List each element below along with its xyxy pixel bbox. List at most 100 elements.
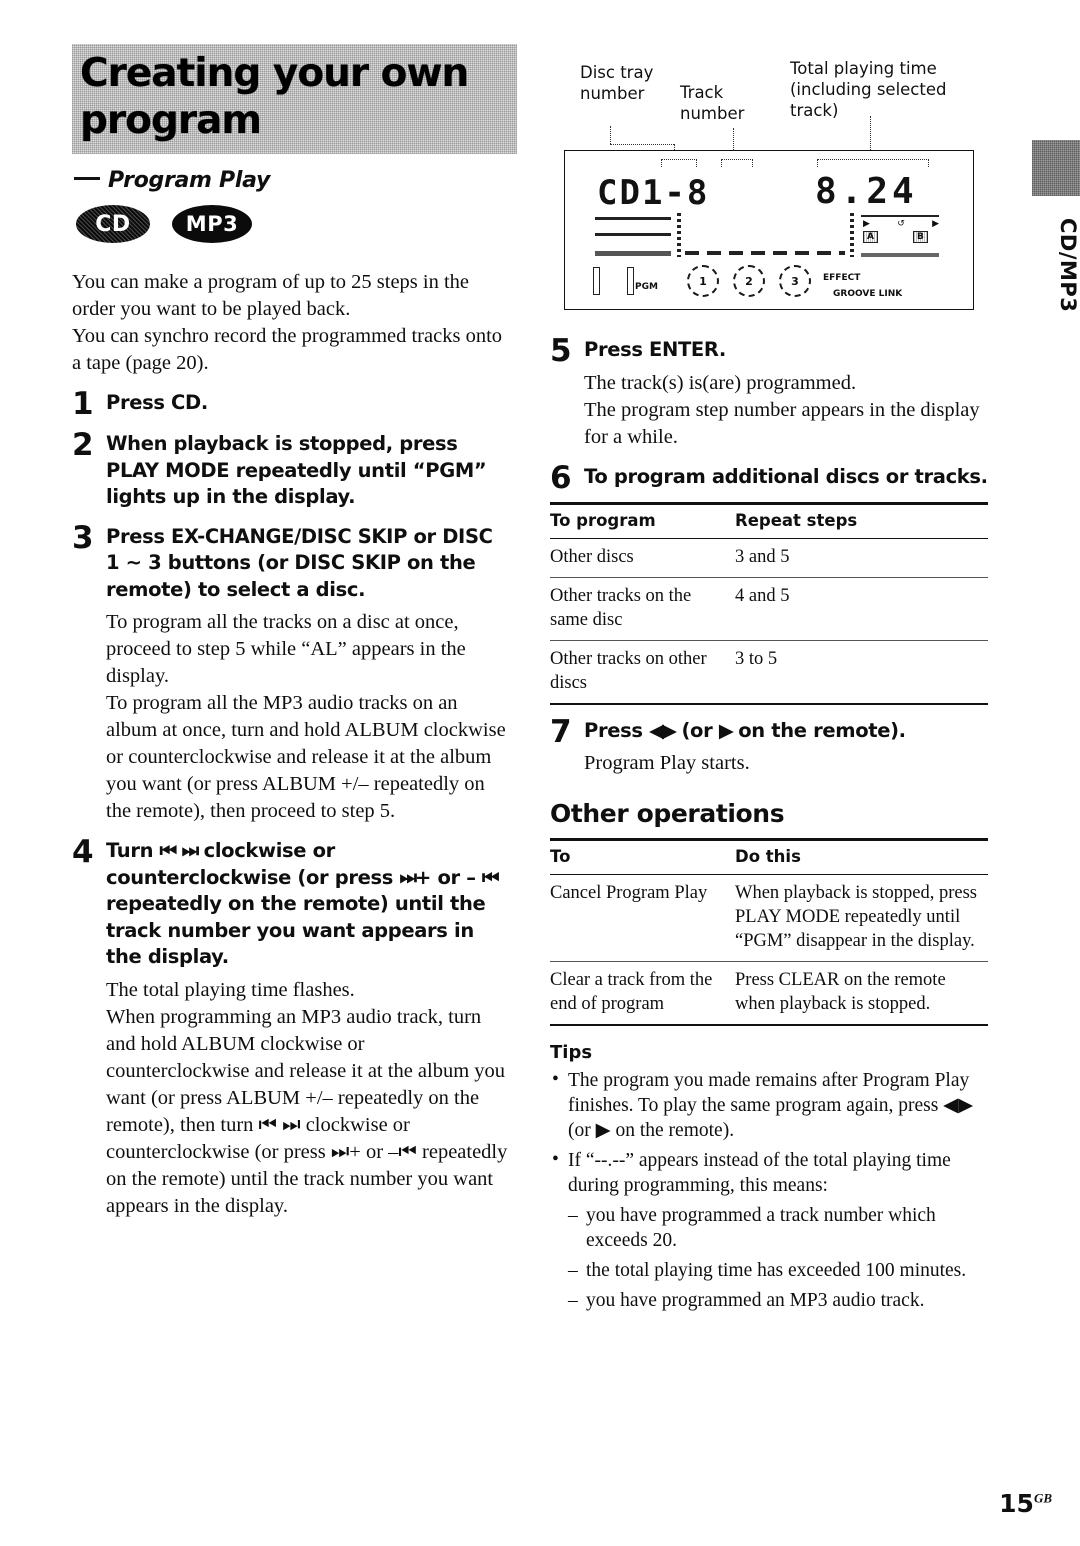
program-table-header-to-program: To program [550, 501, 735, 539]
callout-total-playing-time: Total playing time (including selected t… [790, 59, 947, 120]
lcd-main-readout: CD1-8 [597, 173, 710, 213]
callout-track-number: Track number [680, 83, 745, 123]
manual-page: Creating your own program Program Play C… [0, 0, 1080, 1546]
cd-badge: CD [76, 205, 150, 243]
lcd-segment-bar-2 [595, 233, 671, 236]
program-table-header-repeat-steps: Repeat steps [735, 501, 988, 539]
side-tab-block [1032, 140, 1080, 196]
step-3-body: Press EX-CHANGE/DISC SKIP or DISC 1 ~ 3 … [106, 524, 512, 826]
list-item: If “--.--” appears instead of the total … [550, 1147, 990, 1313]
program-table: To program Repeat steps Other discs 3 an… [550, 501, 988, 705]
list-item: you have programmed an MP3 audio track. [568, 1288, 990, 1313]
step-2-number: 2 [72, 427, 94, 463]
step-5-detail-1: The track(s) is(are) programmed. [584, 371, 857, 394]
left-column: Creating your own program Program Play C… [72, 44, 517, 1220]
step-4-number: 4 [72, 834, 94, 870]
disc-1-icon: 1 [687, 265, 719, 297]
step-7-text-1: Press [584, 718, 650, 742]
bracket-total-time [817, 159, 929, 167]
callout-disc-tray-number: Disc tray number [580, 63, 654, 103]
step-4-detail-2: When programming an MP3 audio track, tur… [106, 1005, 508, 1217]
lcd-indicator-bar-2 [627, 267, 634, 295]
list-item: The program you made remains after Progr… [550, 1067, 990, 1143]
table-row: Other discs 3 and 5 [550, 538, 988, 578]
step-7: 7 Press ◀▶ (or ▶ on the remote). Program… [550, 713, 990, 778]
other-operations-header-row: To Do this [550, 838, 988, 875]
side-tab: CD/MP3 [1032, 140, 1080, 312]
disc-2-icon: 2 [733, 265, 765, 297]
chapter-title-line-2: program [80, 98, 262, 143]
right-column: Disc tray number Track number Total play… [550, 44, 990, 1313]
lcd-segment-bar-1 [595, 217, 671, 220]
program-table-cell-0-0: Other discs [550, 538, 735, 578]
list-item: the total playing time has exceeded 100 … [568, 1258, 990, 1283]
pgm-indicator-label: PGM [635, 282, 658, 292]
side-tab-label: CD/MP3 [1056, 218, 1080, 313]
tips-heading: Tips [550, 1042, 593, 1063]
program-table-cell-2-0: Other tracks on other discs [550, 640, 735, 705]
bracket-disc-tray [661, 159, 697, 167]
intro-paragraph-1: You can make a program of up to 25 steps… [72, 271, 470, 320]
page-number-suffix: GB [1033, 1490, 1052, 1506]
table-row: Cancel Program Play When playback is sto… [550, 874, 988, 962]
step-3-detail-2: To program all the MP3 audio tracks on a… [106, 692, 506, 822]
step-1-number: 1 [72, 386, 94, 422]
other-operations-header-do-this: Do this [735, 838, 988, 875]
em-dash-rule [74, 176, 100, 180]
step-6-heading: To program additional discs or tracks. [584, 464, 988, 488]
prev-track-icon: ⏮ [159, 839, 178, 862]
step-5-detail: The track(s) is(are) programmed. The pro… [584, 370, 990, 451]
lcd-display-panel: CD1-8 8.24 ▶ ↺ ▶ A B PGM 1 2 3 EFFECT GR… [564, 150, 974, 310]
chapter-title-line-1: Creating your own [80, 51, 469, 96]
program-table-cell-1-1: 4 and 5 [735, 577, 988, 641]
other-operations-cell-0-1: When playback is stopped, press PLAY MOD… [735, 874, 988, 962]
step-5: 5 Press ENTER. The track(s) is(are) prog… [550, 336, 990, 451]
step-7-heading: Press ◀▶ (or ▶ on the remote). [584, 718, 990, 745]
step-7-body: Press ◀▶ (or ▶ on the remote). Program P… [584, 718, 990, 778]
tips-sublist: you have programmed a track number which… [568, 1203, 990, 1313]
other-operations-cell-0-0: Cancel Program Play [550, 874, 735, 962]
step-2-body: When playback is stopped, press PLAY MOD… [106, 431, 512, 511]
tips-list: The program you made remains after Progr… [550, 1067, 990, 1313]
step-4-text-4: + or – [415, 865, 483, 889]
prev-track-minus-icon: ⏮ [482, 865, 500, 889]
lcd-dashed-bar [685, 251, 845, 255]
chapter-subtitle: Program Play [74, 168, 512, 193]
loop-icon: ↺ [897, 219, 905, 229]
leader-line-disc-tray [610, 126, 611, 144]
next-track-icon: ⏭ [181, 839, 200, 862]
step-3-number: 3 [72, 519, 94, 556]
step-4-text-1: Turn [106, 839, 160, 862]
table-row: Clear a track from the end of program Pr… [550, 961, 988, 1026]
next-track-plus-icon: ⏭ [399, 865, 417, 889]
page-number: 15GB [999, 1489, 1052, 1518]
step-3: 3 Press EX-CHANGE/DISC SKIP or DISC 1 ~ … [72, 519, 512, 826]
intro-paragraph-2: You can synchro record the programmed tr… [72, 325, 503, 374]
other-operations-table: To Do this Cancel Program Play When play… [550, 838, 988, 1026]
lcd-right-bar-bottom [861, 253, 939, 257]
step-4-body: Turn ⏮ ⏭ clockwise or counterclockwise (… [106, 838, 512, 1220]
other-operations-heading: Other operations [550, 799, 785, 828]
step-7-number: 7 [550, 713, 572, 750]
other-operations-cell-1-0: Clear a track from the end of program [550, 961, 735, 1026]
chapter-heading-band: Creating your own program [72, 44, 517, 154]
step-2: 2 When playback is stopped, press PLAY M… [72, 427, 512, 511]
step-4-heading: Turn ⏮ ⏭ clockwise or counterclockwise (… [106, 838, 512, 971]
step-6-number: 6 [550, 459, 572, 496]
disc-3-icon: 3 [779, 265, 811, 297]
step-7-detail-1: Program Play starts. [584, 752, 750, 774]
step-5-body: Press ENTER. The track(s) is(are) progra… [584, 337, 990, 451]
list-item: you have programmed a track number which… [568, 1203, 990, 1253]
page-number-value: 15 [999, 1489, 1034, 1518]
groove-link-indicator-label: GROOVE LINK [833, 289, 903, 299]
table-row: Other tracks on the same disc 4 and 5 [550, 577, 988, 641]
effect-indicator-label: EFFECT [823, 273, 861, 283]
step-1-heading: Press CD. [106, 391, 208, 414]
intro-text: You can make a program of up to 25 steps… [72, 269, 512, 377]
tip-item-2-text: If “--.--” appears instead of the total … [568, 1150, 951, 1196]
play-pause-icon: ◀▶ [649, 718, 677, 742]
step-1: 1 Press CD. [72, 386, 512, 422]
tape-b-indicator: B [913, 231, 928, 243]
page-title: Creating your own program [80, 50, 517, 144]
mp3-badge: MP3 [172, 205, 252, 243]
